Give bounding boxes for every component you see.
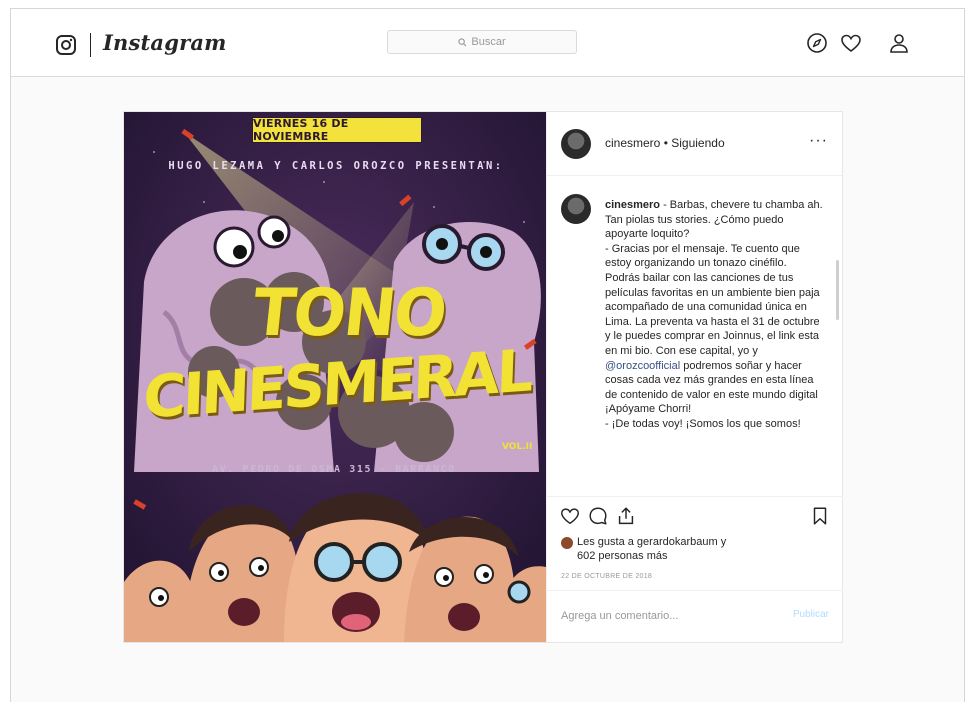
caption-scrollbar[interactable] xyxy=(836,260,839,320)
likes-line2[interactable]: 602 personas más xyxy=(577,549,726,563)
likes-line1[interactable]: Les gusta a gerardokarbaum y xyxy=(577,535,726,549)
instagram-glyph-icon[interactable] xyxy=(56,35,76,55)
poster-volume: VOL.II xyxy=(502,442,533,452)
mention-link[interactable]: @orozcoofficial xyxy=(605,360,680,372)
caption-text: cinesmero - Barbas, chevere tu chamba ah… xyxy=(605,198,823,432)
caption-body-part1: - Barbas, chevere tu chamba ah. Tan piol… xyxy=(605,199,823,357)
post-side-panel: cinesmero • Siguiendo ··· cinesmero - Ba… xyxy=(546,112,843,642)
post-author: cinesmero • Siguiendo xyxy=(605,136,725,150)
poster-address: AV. PEDRO DE OSMA 315 - BARRANCO xyxy=(212,464,456,475)
post-header: cinesmero • Siguiendo ··· xyxy=(547,112,842,176)
post-image[interactable]: VIERNES 16 DE NOVIEMBRE HUGO LEZAMA Y CA… xyxy=(124,112,546,642)
likes-summary: Les gusta a gerardokarbaum y 602 persona… xyxy=(561,535,726,563)
search-icon xyxy=(458,37,467,46)
caption-scroll-area[interactable]: cinesmero - Barbas, chevere tu chamba ah… xyxy=(547,176,843,496)
compass-icon[interactable] xyxy=(805,31,829,55)
comment-bubble-icon[interactable] xyxy=(587,505,609,527)
caption-username[interactable]: cinesmero xyxy=(605,199,660,211)
post-actions: Les gusta a gerardokarbaum y 602 persona… xyxy=(547,496,843,588)
comment-bar: Publicar xyxy=(547,590,843,642)
search-input[interactable]: Buscar xyxy=(387,30,577,54)
top-navigation-bar: Instagram Buscar xyxy=(11,9,964,77)
more-options-button[interactable]: ··· xyxy=(809,132,828,150)
liker-avatar[interactable] xyxy=(561,537,573,549)
author-username[interactable]: cinesmero xyxy=(605,136,660,150)
post-date: 22 DE OCTUBRE DE 2018 xyxy=(561,573,653,580)
caption-author-avatar[interactable] xyxy=(561,194,591,224)
follow-status[interactable]: • Siguiendo xyxy=(664,136,725,150)
browser-viewport: Instagram Buscar VIERNES 16 DE NOVIEMBRE… xyxy=(10,8,965,702)
save-bookmark-icon[interactable] xyxy=(809,505,831,527)
author-avatar[interactable] xyxy=(561,129,591,159)
post-card: VIERNES 16 DE NOVIEMBRE HUGO LEZAMA Y CA… xyxy=(123,111,843,643)
share-icon[interactable] xyxy=(615,505,637,527)
instagram-wordmark[interactable]: Instagram xyxy=(103,30,227,55)
poster-title-line1: TONO xyxy=(249,274,449,351)
logo-divider xyxy=(90,33,91,57)
like-heart-icon[interactable] xyxy=(559,505,581,527)
publish-button[interactable]: Publicar xyxy=(793,609,829,620)
poster-presenters-text: HUGO LEZAMA Y CARLOS OROZCO PRESENTAN: xyxy=(168,160,504,172)
heart-icon[interactable] xyxy=(839,31,863,55)
comment-input[interactable] xyxy=(561,607,761,625)
search-placeholder: Buscar xyxy=(471,36,506,48)
user-icon[interactable] xyxy=(887,31,911,55)
poster-date-banner: VIERNES 16 DE NOVIEMBRE xyxy=(252,117,422,143)
